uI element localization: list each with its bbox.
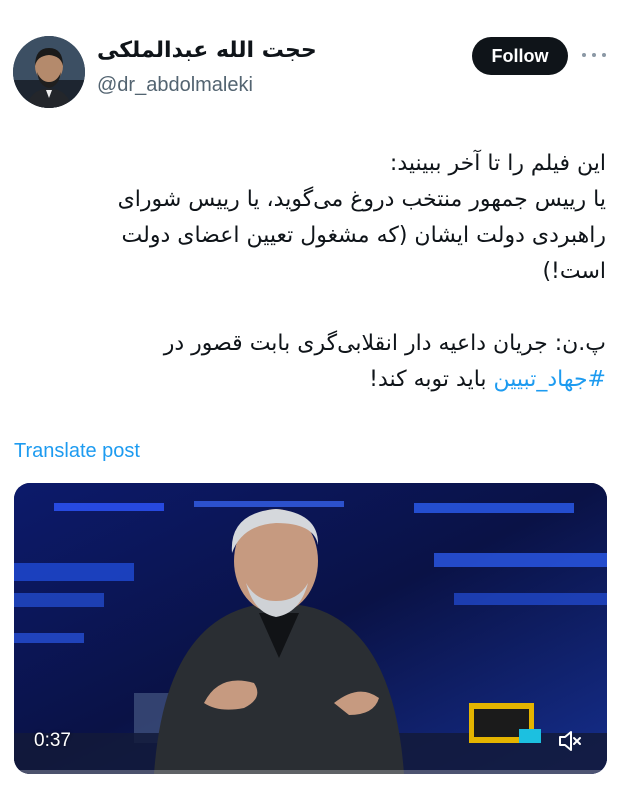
volume-muted-icon[interactable] xyxy=(557,728,583,754)
hashtag-link[interactable]: #جهاد_تبیین xyxy=(494,367,606,392)
follow-button[interactable]: Follow xyxy=(472,37,568,75)
more-horizontal-icon[interactable] xyxy=(582,48,606,62)
author-display-name[interactable]: حجت الله عبدالملکی xyxy=(97,38,317,63)
tweet-line: است!) xyxy=(542,259,606,284)
tweet-ps-line-2: #جهاد_تبیین باید توبه کند! xyxy=(16,362,606,398)
tweet-ps-line: پ.ن: جریان داعیه دار انقلابی‌گری بابت قص… xyxy=(163,331,606,356)
video-frame xyxy=(14,483,607,774)
avatar-image xyxy=(13,36,85,108)
tweet-line: این فیلم را تا آخر ببینید: xyxy=(389,151,606,176)
author-handle[interactable]: @dr_abdolmaleki xyxy=(97,74,253,97)
tweet-line: یا رییس جمهور منتخب دروغ می‌گوید، یا ریی… xyxy=(117,187,606,212)
tweet-text: این فیلم را تا آخر ببینید: یا رییس جمهور… xyxy=(16,146,606,398)
video-player[interactable]: 0:37 xyxy=(14,483,607,774)
translate-post-link[interactable]: Translate post xyxy=(14,440,140,463)
avatar[interactable] xyxy=(13,36,85,108)
video-progress-bar[interactable] xyxy=(14,770,607,774)
video-duration: 0:37 xyxy=(34,730,71,751)
tweet-line: راهبردی دولت ایشان (که مشغول تعیین اعضای… xyxy=(121,223,606,248)
tweet-ps-rest: باید توبه کند! xyxy=(369,367,494,392)
